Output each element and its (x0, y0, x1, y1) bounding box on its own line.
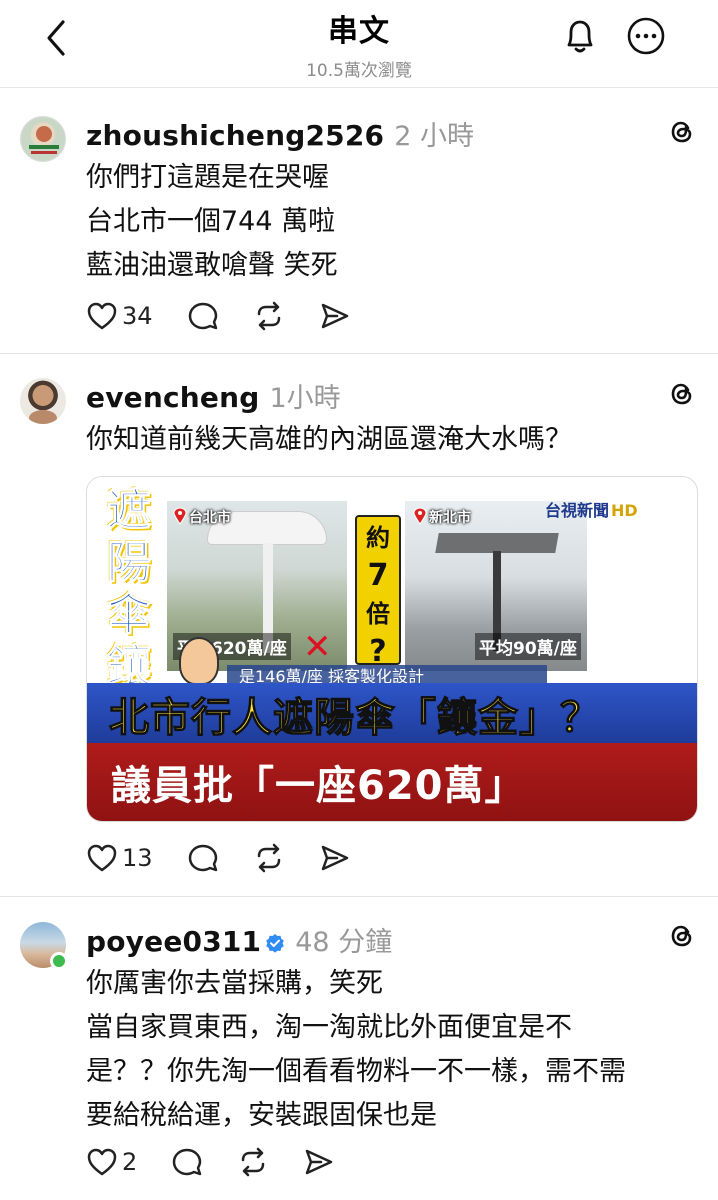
online-indicator (50, 952, 68, 970)
threads-logo-icon (671, 925, 692, 947)
post-text-line: 當自家買東西，淘一淘就比外面便宜是不 (86, 1012, 572, 1043)
post-text-line: 要給稅給運，安裝跟固保也是 (86, 1100, 437, 1131)
comment-icon (173, 1148, 202, 1176)
verified-badge-icon (266, 934, 285, 953)
post-item: poyee0311 48 分鐘 你厲害你去當採購，笑死 當自家買東西，淘一淘就比… (0, 0, 718, 1200)
post-text-line: 是？？你先淘一個看看物料一不一樣，需不需 (86, 1056, 626, 1087)
post-text-line: 你厲害你去當採購，笑死 (86, 968, 383, 999)
repost-button[interactable] (237, 1146, 269, 1178)
threads-button[interactable] (664, 918, 700, 954)
repost-icon (242, 1147, 265, 1177)
username[interactable]: poyee0311 (86, 925, 261, 958)
post-text: 你厲害你去當採購，笑死 當自家買東西，淘一淘就比外面便宜是不 是？？你先淘一個看… (86, 962, 698, 1138)
reply-button[interactable] (171, 1146, 203, 1178)
post-time: 48 分鐘 (295, 927, 393, 958)
post-actions: 2 (86, 1144, 369, 1180)
share-button[interactable] (303, 1146, 335, 1178)
like-button[interactable]: 2 (86, 1147, 137, 1177)
post-header: poyee0311 48 分鐘 (86, 920, 392, 959)
like-count: 2 (122, 1148, 138, 1176)
heart-icon (87, 1148, 117, 1176)
send-icon (306, 1149, 333, 1175)
